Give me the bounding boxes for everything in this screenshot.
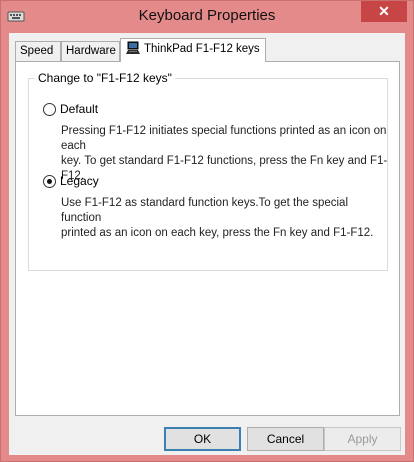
tab-hardware-label: Hardware <box>66 45 116 57</box>
default-description-line1: Pressing F1-F12 initiates special functi… <box>61 125 387 152</box>
tab-thinkpad-label: ThinkPad F1-F12 keys <box>144 43 260 55</box>
legacy-description: Use F1-F12 as standard function keys.To … <box>61 196 391 241</box>
tab-hardware[interactable]: Hardware <box>61 41 120 61</box>
tab-thinkpad-f1-f12-keys[interactable]: ThinkPad F1-F12 keys <box>120 38 266 62</box>
default-label[interactable]: Default <box>60 102 98 116</box>
legacy-description-line1: Use F1-F12 as standard function keys.To … <box>61 197 349 224</box>
dialog-client-area: Speed Hardware ThinkPad F1-F12 keys Chan… <box>9 33 405 455</box>
apply-button[interactable]: Apply <box>324 427 401 451</box>
legacy-radio[interactable] <box>43 175 56 188</box>
default-radio[interactable] <box>43 103 56 116</box>
tab-panel: Change to "F1-F12 keys" Default Pressing… <box>15 61 400 416</box>
default-description-line2: key. To get standard F1-F12 functions, p… <box>61 155 388 182</box>
ok-button[interactable]: OK <box>164 427 241 451</box>
tab-speed-label: Speed <box>20 45 54 57</box>
legacy-description-line2: printed as an icon on each key, press th… <box>61 227 374 239</box>
title-bar[interactable]: Keyboard Properties ✕ <box>1 1 413 33</box>
function-keys-group: Change to "F1-F12 keys" Default Pressing… <box>28 71 391 271</box>
radio-selected-dot <box>47 179 52 184</box>
group-legend: Change to "F1-F12 keys" <box>35 71 175 85</box>
tab-speed[interactable]: Speed <box>15 41 61 61</box>
window-title: Keyboard Properties <box>138 7 276 24</box>
button-bar: OK Cancel Apply <box>9 422 405 455</box>
dialog-window: Keyboard Properties ✕ Speed Hardware Thi… <box>0 0 414 462</box>
default-description: Pressing F1-F12 initiates special functi… <box>61 124 391 184</box>
close-button[interactable]: ✕ <box>361 1 407 22</box>
legacy-label[interactable]: Legacy <box>60 174 99 188</box>
cancel-button[interactable]: Cancel <box>247 427 324 451</box>
thinkpad-icon <box>125 41 141 63</box>
close-icon: ✕ <box>378 3 390 19</box>
